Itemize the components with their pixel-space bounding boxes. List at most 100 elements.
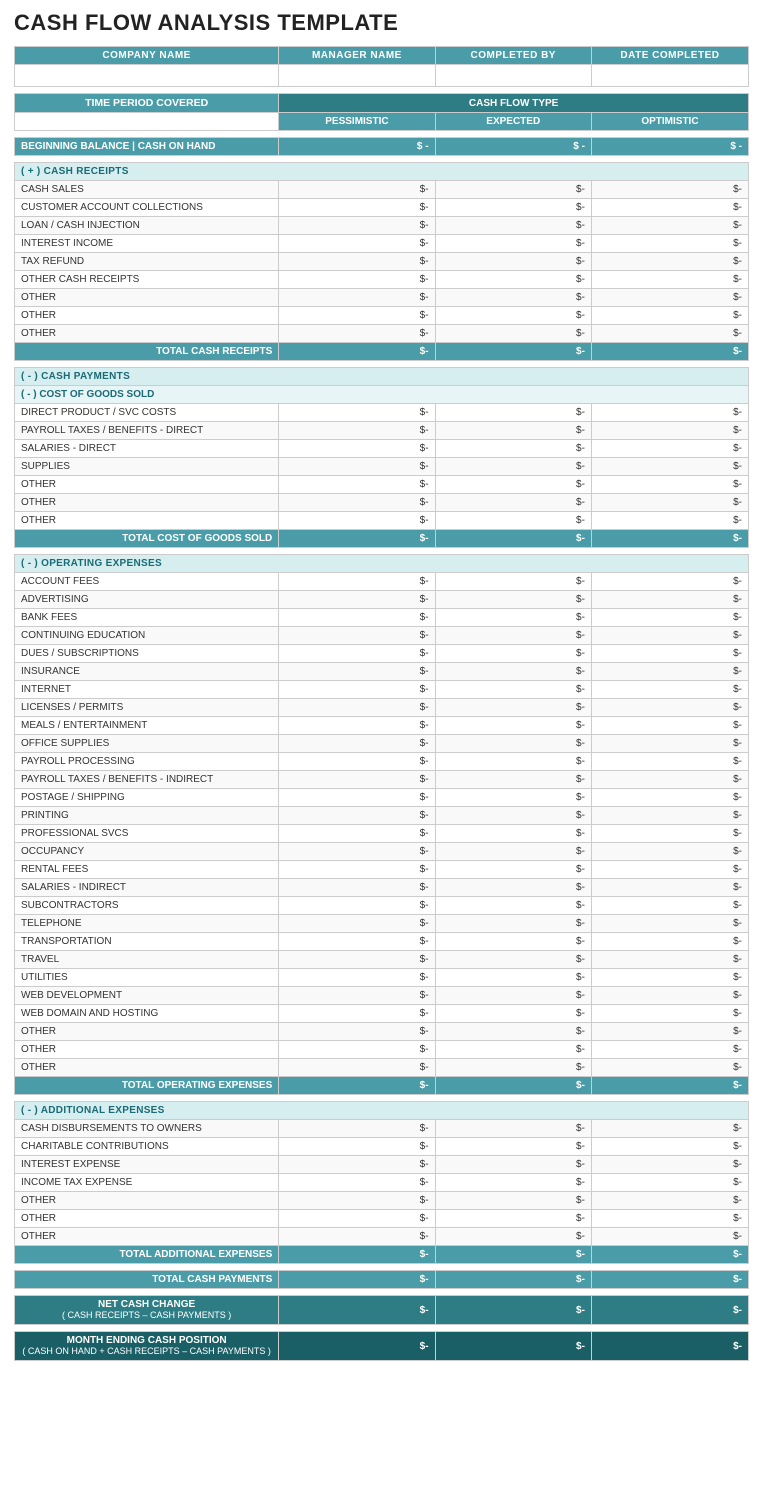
total-cash-receipts-row: TOTAL CASH RECEIPTS $- $- $-	[15, 343, 749, 361]
list-item[interactable]: INTEREST INCOME $- $- $-	[15, 235, 749, 253]
list-item[interactable]: OTHER $- $- $-	[15, 512, 749, 530]
manager-name-header: MANAGER NAME	[279, 47, 435, 65]
list-item[interactable]: PAYROLL TAXES / BENEFITS - DIRECT $- $- …	[15, 422, 749, 440]
beginning-balance-val1[interactable]: $ -	[279, 138, 435, 156]
list-item[interactable]: BANK FEES $- $- $-	[15, 609, 749, 627]
list-item[interactable]: LICENSES / PERMITS $- $- $-	[15, 699, 749, 717]
operating-expenses-label: ( - ) OPERATING EXPENSES	[15, 555, 749, 573]
net-cash-val3: $-	[591, 1296, 748, 1325]
month-end-row: MONTH ENDING CASH POSITION ( CASH ON HAN…	[15, 1332, 749, 1361]
list-item[interactable]: TRANSPORTATION $- $- $-	[15, 933, 749, 951]
beginning-balance-row: BEGINNING BALANCE | CASH ON HAND $ - $ -…	[15, 138, 749, 156]
cogs-other-1: OTHER	[15, 476, 279, 494]
completed-by-input[interactable]	[435, 65, 591, 87]
company-name-header: COMPANY NAME	[15, 47, 279, 65]
list-item[interactable]: OTHER $- $- $-	[15, 476, 749, 494]
list-item[interactable]: WEB DEVELOPMENT $- $- $-	[15, 987, 749, 1005]
list-item[interactable]: SUPPLIES $- $- $-	[15, 458, 749, 476]
list-item[interactable]: MEALS / ENTERTAINMENT $- $- $-	[15, 717, 749, 735]
list-item[interactable]: OTHER $- $- $-	[15, 1210, 749, 1228]
total-operating-val3: $-	[591, 1077, 748, 1095]
list-item[interactable]: TAX REFUND $- $- $-	[15, 253, 749, 271]
cash-sales-val2[interactable]: $-	[435, 181, 591, 199]
list-item[interactable]: PROFESSIONAL SVCS $- $- $-	[15, 825, 749, 843]
net-cash-val2: $-	[435, 1296, 591, 1325]
list-item[interactable]: INTERNET $- $- $-	[15, 681, 749, 699]
list-item[interactable]: OTHER $- $- $-	[15, 494, 749, 512]
list-item[interactable]: OTHER $- $- $-	[15, 307, 749, 325]
list-item[interactable]: CONTINUING EDUCATION $- $- $-	[15, 627, 749, 645]
list-item[interactable]: OTHER $- $- $-	[15, 1023, 749, 1041]
expected-label: EXPECTED	[435, 113, 591, 131]
list-item[interactable]: SUBCONTRACTORS $- $- $-	[15, 897, 749, 915]
spacer-6	[15, 1095, 749, 1102]
list-item[interactable]: OTHER CASH RECEIPTS $- $- $-	[15, 271, 749, 289]
month-end-val1: $-	[279, 1332, 435, 1361]
spacer-1	[15, 87, 749, 94]
list-item[interactable]: OTHER $- $- $-	[15, 1059, 749, 1077]
cogs-label: ( - ) COST OF GOODS SOLD	[15, 386, 749, 404]
manager-name-input[interactable]	[279, 65, 435, 87]
list-item[interactable]: SALARIES - DIRECT $- $- $-	[15, 440, 749, 458]
time-period-row: TIME PERIOD COVERED CASH FLOW TYPE	[15, 94, 749, 113]
list-item[interactable]: CASH DISBURSEMENTS TO OWNERS $- $- $-	[15, 1120, 749, 1138]
list-item[interactable]: OCCUPANCY $- $- $-	[15, 843, 749, 861]
date-completed-input[interactable]	[591, 65, 748, 87]
spacer-5	[15, 548, 749, 555]
list-item[interactable]: RENTAL FEES $- $- $-	[15, 861, 749, 879]
list-item[interactable]: OTHER $- $- $-	[15, 1228, 749, 1246]
total-cash-receipts-val1: $-	[279, 343, 435, 361]
list-item[interactable]: DIRECT PRODUCT / SVC COSTS $- $- $-	[15, 404, 749, 422]
net-cash-label: NET CASH CHANGE ( CASH RECEIPTS – CASH P…	[15, 1296, 279, 1325]
list-item[interactable]: TRAVEL $- $- $-	[15, 951, 749, 969]
other-label-2: OTHER	[15, 307, 279, 325]
company-name-input[interactable]	[15, 65, 279, 87]
salaries-direct-label: SALARIES - DIRECT	[15, 440, 279, 458]
list-item[interactable]: PAYROLL PROCESSING $- $- $-	[15, 753, 749, 771]
list-item[interactable]: OTHER $- $- $-	[15, 1041, 749, 1059]
total-cogs-val1: $-	[279, 530, 435, 548]
list-item[interactable]: UTILITIES $- $- $-	[15, 969, 749, 987]
info-input-row[interactable]	[15, 65, 749, 87]
list-item[interactable]: CHARITABLE CONTRIBUTIONS $- $- $-	[15, 1138, 749, 1156]
list-item[interactable]: POSTAGE / SHIPPING $- $- $-	[15, 789, 749, 807]
time-period-label: TIME PERIOD COVERED	[15, 94, 279, 113]
list-item[interactable]: INSURANCE $- $- $-	[15, 663, 749, 681]
loan-cash-injection-label: LOAN / CASH INJECTION	[15, 217, 279, 235]
cogs-header: ( - ) COST OF GOODS SOLD	[15, 386, 749, 404]
list-item[interactable]: TELEPHONE $- $- $-	[15, 915, 749, 933]
list-item[interactable]: CUSTOMER ACCOUNT COLLECTIONS $- $- $-	[15, 199, 749, 217]
list-item[interactable]: OTHER $- $- $-	[15, 289, 749, 307]
list-item[interactable]: ADVERTISING $- $- $-	[15, 591, 749, 609]
list-item[interactable]: PRINTING $- $- $-	[15, 807, 749, 825]
other-label-1: OTHER	[15, 289, 279, 307]
list-item[interactable]: INTEREST EXPENSE $- $- $-	[15, 1156, 749, 1174]
list-item[interactable]: CASH SALES $- $- $-	[15, 181, 749, 199]
other-cash-receipts-label: OTHER CASH RECEIPTS	[15, 271, 279, 289]
beginning-balance-val3[interactable]: $ -	[591, 138, 748, 156]
list-item[interactable]: ACCOUNT FEES $- $- $-	[15, 573, 749, 591]
list-item[interactable]: PAYROLL TAXES / BENEFITS - INDIRECT $- $…	[15, 771, 749, 789]
spacer-4	[15, 361, 749, 368]
total-cash-payments-val3: $-	[591, 1271, 748, 1289]
list-item[interactable]: OTHER $- $- $-	[15, 325, 749, 343]
spacer-2	[15, 131, 749, 138]
month-end-label: MONTH ENDING CASH POSITION ( CASH ON HAN…	[15, 1332, 279, 1361]
list-item[interactable]: OTHER $- $- $-	[15, 1192, 749, 1210]
spacer-9	[15, 1325, 749, 1332]
list-item[interactable]: LOAN / CASH INJECTION $- $- $-	[15, 217, 749, 235]
list-item[interactable]: OFFICE SUPPLIES $- $- $-	[15, 735, 749, 753]
net-cash-row: NET CASH CHANGE ( CASH RECEIPTS – CASH P…	[15, 1296, 749, 1325]
list-item[interactable]: SALARIES - INDIRECT $- $- $-	[15, 879, 749, 897]
page-title: CASH FLOW ANALYSIS TEMPLATE	[14, 10, 749, 36]
list-item[interactable]: INCOME TAX EXPENSE $- $- $-	[15, 1174, 749, 1192]
customer-collections-label: CUSTOMER ACCOUNT COLLECTIONS	[15, 199, 279, 217]
cash-flow-type-label: CASH FLOW TYPE	[279, 94, 749, 113]
cash-sales-val3[interactable]: $-	[591, 181, 748, 199]
cash-sales-val1[interactable]: $-	[279, 181, 435, 199]
beginning-balance-val2[interactable]: $ -	[435, 138, 591, 156]
total-cogs-val3: $-	[591, 530, 748, 548]
list-item[interactable]: WEB DOMAIN AND HOSTING $- $- $-	[15, 1005, 749, 1023]
cash-receipts-label: ( + ) CASH RECEIPTS	[15, 163, 749, 181]
list-item[interactable]: DUES / SUBSCRIPTIONS $- $- $-	[15, 645, 749, 663]
